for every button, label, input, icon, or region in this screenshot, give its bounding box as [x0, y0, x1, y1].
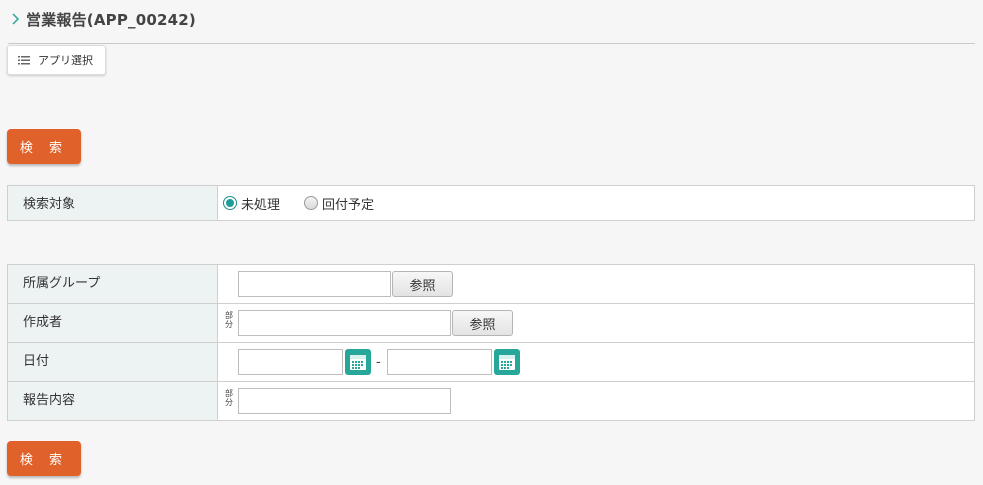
group-reference-button[interactable]: 参照	[392, 271, 453, 297]
search-target-table: 検索対象 未処理 回付予定	[7, 185, 975, 221]
chevron-right-icon	[8, 12, 22, 26]
calendar-icon[interactable]	[493, 349, 520, 375]
content-controls: 部分	[218, 388, 974, 414]
page-header: 営業報告(APP_00242)	[8, 8, 196, 30]
radio-scheduled[interactable]: 回付予定	[304, 194, 374, 213]
search-target-label: 検索対象	[7, 185, 218, 221]
search-target-radio-group: 未処理 回付予定	[218, 194, 974, 213]
radio-unprocessed[interactable]: 未処理	[223, 194, 280, 213]
date-range-separator: -	[376, 354, 381, 370]
search-button-top[interactable]: 検 索	[7, 129, 81, 164]
list-icon	[18, 55, 30, 65]
date-row: 日付 -	[7, 342, 975, 382]
date-to-input[interactable]	[386, 349, 492, 375]
radio-checked-icon[interactable]	[223, 196, 237, 210]
author-label: 作成者	[7, 303, 218, 343]
partial-match-mark: 部分	[225, 311, 233, 329]
date-label: 日付	[7, 342, 218, 382]
author-input[interactable]	[238, 310, 451, 336]
group-cell: 参照	[217, 264, 975, 304]
radio-unprocessed-label: 未処理	[241, 197, 281, 213]
calendar-icon[interactable]	[345, 349, 371, 375]
author-reference-button[interactable]: 参照	[452, 310, 513, 336]
author-row: 作成者 部分 参照	[7, 303, 975, 343]
search-target-cell: 未処理 回付予定	[217, 185, 975, 221]
group-label: 所属グループ	[7, 264, 218, 304]
group-input[interactable]	[238, 271, 391, 297]
group-row: 所属グループ 参照	[7, 264, 975, 304]
page-title: 営業報告(APP_00242)	[26, 10, 196, 29]
group-controls: 参照	[218, 271, 974, 297]
title-divider	[8, 43, 975, 44]
search-button-bottom[interactable]: 検 索	[7, 441, 81, 476]
date-from-input[interactable]	[238, 349, 343, 375]
author-controls: 部分 参照	[218, 310, 974, 336]
search-criteria-table: 所属グループ 参照 作成者 部分 参照 日付 - 報告内容 部分	[7, 264, 975, 421]
radio-scheduled-label: 回付予定	[322, 197, 375, 213]
content-cell: 部分	[217, 381, 975, 421]
radio-unchecked-icon[interactable]	[304, 196, 319, 210]
content-label: 報告内容	[7, 381, 218, 421]
search-target-row: 検索対象 未処理 回付予定	[7, 185, 975, 221]
date-controls: -	[218, 349, 974, 375]
content-input[interactable]	[238, 388, 451, 414]
content-row: 報告内容 部分	[7, 381, 975, 421]
date-cell: -	[217, 342, 975, 382]
app-select-label: アプリ選択	[38, 54, 93, 67]
author-cell: 部分 参照	[217, 303, 975, 343]
app-select-button[interactable]: アプリ選択	[7, 45, 106, 75]
partial-match-mark: 部分	[225, 389, 233, 407]
